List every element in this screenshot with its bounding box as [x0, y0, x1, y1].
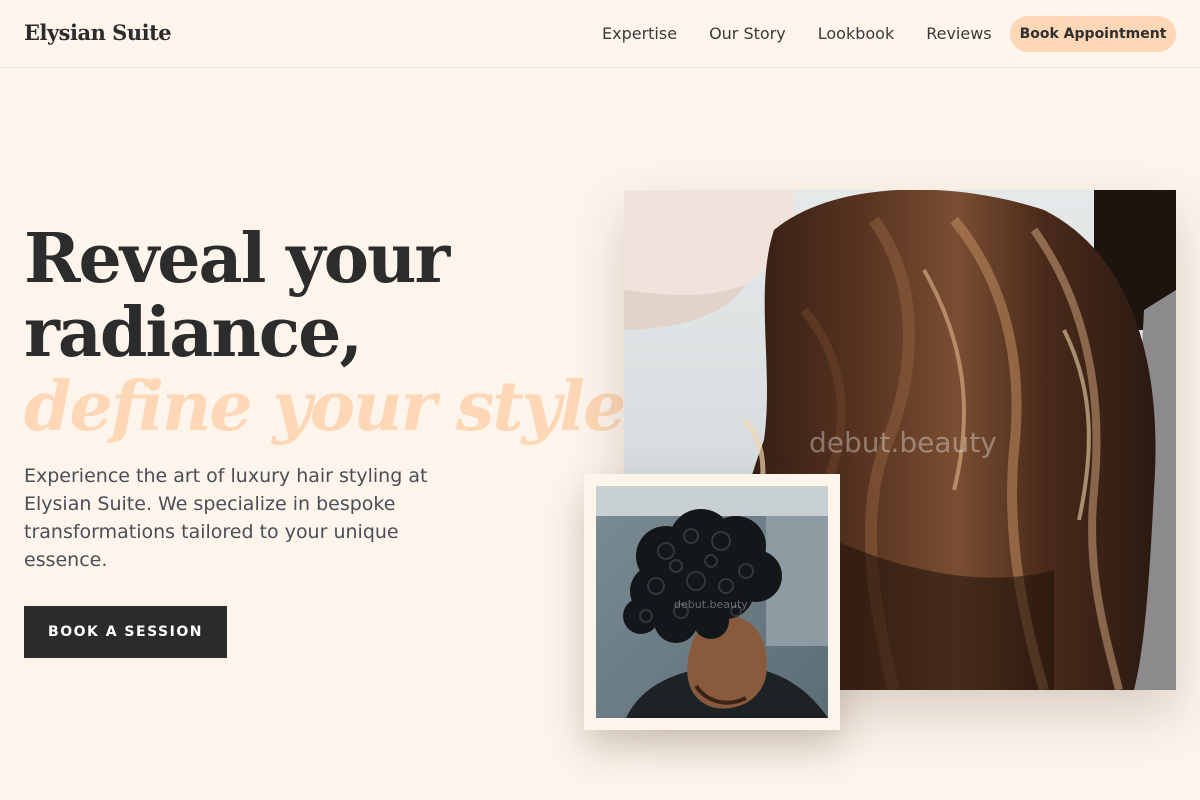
large-photo-watermark: debut.beauty	[809, 426, 997, 459]
hero-headline: Reveal your radiance, define your style.	[24, 219, 648, 447]
nav-link-reviews[interactable]: Reviews	[926, 24, 991, 43]
small-photo-watermark: debut.beauty	[674, 598, 748, 611]
headline-line-1: Reveal your	[24, 219, 450, 299]
site-header: Elysian Suite Expertise Our Story Lookbo…	[0, 0, 1200, 68]
hero-description: Experience the art of luxury hair stylin…	[24, 465, 428, 571]
main-nav: Expertise Our Story Lookbook Reviews	[602, 24, 1024, 43]
headline-accent: define your style.	[24, 367, 648, 447]
headline-line-2: radiance,	[24, 293, 363, 373]
curly-hair-photo: debut.beauty	[596, 486, 828, 718]
nav-link-our-story[interactable]: Our Story	[709, 24, 786, 43]
curly-hair-photo-frame: debut.beauty	[584, 474, 840, 730]
book-session-button[interactable]: BOOK A SESSION	[24, 606, 227, 658]
nav-link-lookbook[interactable]: Lookbook	[818, 24, 894, 43]
nav-link-expertise[interactable]: Expertise	[602, 24, 677, 43]
book-appointment-button[interactable]: Book Appointment	[1010, 16, 1176, 52]
brand-logo[interactable]: Elysian Suite	[24, 20, 172, 45]
